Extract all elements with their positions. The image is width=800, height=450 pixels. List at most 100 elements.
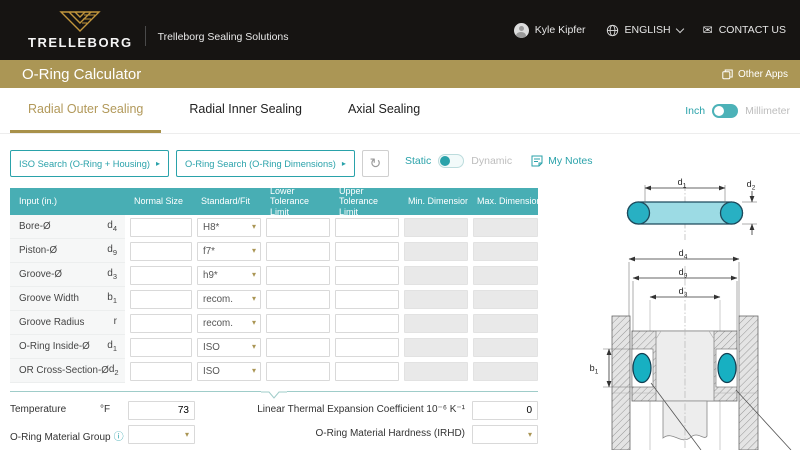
standard-fit-select[interactable]: recom.▾ [197, 290, 261, 309]
normal-size-input[interactable] [130, 362, 192, 381]
app-bar: O-Ring Calculator Other Apps [0, 60, 800, 88]
lower-tolerance-input[interactable] [266, 314, 330, 333]
unit-toggle[interactable] [712, 104, 738, 118]
trelleborg-logo[interactable]: TRELLEBORG [28, 11, 133, 50]
user-name: Kyle Kipfer [535, 24, 586, 36]
bore-wall-left [612, 316, 630, 450]
toggle-knob [440, 156, 450, 166]
temperature-label: Temperature [10, 404, 66, 415]
apps-icon [722, 69, 733, 80]
row-symbol: r [114, 316, 117, 329]
upper-tolerance-input[interactable] [335, 290, 399, 309]
chevron-down-icon: ▾ [252, 294, 256, 303]
max-dimension-cell [473, 362, 538, 381]
refresh-icon: ↻ [370, 155, 382, 172]
other-apps-label: Other Apps [738, 69, 788, 80]
min-dimension-cell [404, 290, 468, 309]
row-label: Groove Width [19, 293, 79, 304]
table-row-groove: Groove-Ø d3 h9*▾ [10, 263, 538, 287]
arrow-right-icon: ▸ [156, 159, 160, 168]
row-symbol: d2 [109, 364, 119, 377]
brand-name: TRELLEBORG [28, 35, 133, 50]
normal-size-input[interactable] [130, 338, 192, 357]
oring-cross-section-right [721, 202, 743, 224]
coefficient-input[interactable] [472, 401, 538, 420]
dim-label-b1: b1 [590, 363, 599, 376]
upper-tolerance-input[interactable] [335, 218, 399, 237]
standard-fit-select[interactable]: f7*▾ [197, 242, 261, 261]
tab-axial-sealing[interactable]: Axial Sealing [330, 88, 438, 133]
standard-fit-select[interactable]: h9*▾ [197, 266, 261, 285]
oring-calculator-app: TRELLEBORG Trelleborg Sealing Solutions … [0, 0, 800, 450]
row-symbol: d9 [107, 244, 117, 257]
oring-search-button[interactable]: O-Ring Search (O-Ring Dimensions) ▸ [176, 150, 355, 177]
lower-tolerance-input[interactable] [266, 362, 330, 381]
normal-size-input[interactable] [130, 266, 192, 285]
oring-in-groove-right [718, 354, 736, 383]
row-label: Groove Radius [19, 317, 84, 328]
brand-area: TRELLEBORG Trelleborg Sealing Solutions [0, 11, 289, 50]
collapse-divider[interactable] [10, 391, 538, 392]
tab-radial-outer-sealing[interactable]: Radial Outer Sealing [10, 88, 161, 133]
max-dimension-cell [473, 266, 538, 285]
normal-size-input[interactable] [130, 314, 192, 333]
upper-tolerance-input[interactable] [335, 266, 399, 285]
oring-diagram: d1 d2 d4 d9 d3 [555, 140, 800, 450]
max-dimension-cell [473, 290, 538, 309]
language-menu[interactable]: ENGLISH [606, 24, 683, 37]
row-label: OR Cross-Section-Ø [19, 365, 109, 376]
reset-button[interactable]: ↻ [362, 150, 389, 177]
row-symbol: d1 [107, 340, 117, 353]
col-header-upper-tolerance: Upper Tolerance Limit [335, 188, 399, 215]
iso-search-button[interactable]: ISO Search (O-Ring + Housing) ▸ [10, 150, 169, 177]
user-menu[interactable]: Kyle Kipfer [514, 23, 586, 38]
chevron-down-icon [261, 391, 287, 399]
normal-size-input[interactable] [130, 218, 192, 237]
chevron-down-icon: ▾ [252, 366, 256, 375]
row-label: O-Ring Inside-Ø [19, 341, 90, 352]
normal-size-input[interactable] [130, 242, 192, 261]
normal-size-input[interactable] [130, 290, 192, 309]
material-group-select[interactable]: ▾ [128, 425, 195, 444]
lower-tolerance-input[interactable] [266, 290, 330, 309]
upper-tolerance-input[interactable] [335, 362, 399, 381]
row-symbol: b1 [107, 292, 117, 305]
standard-fit-select[interactable]: recom.▾ [197, 314, 261, 333]
arrow-right-icon: ▸ [342, 159, 346, 168]
table-row-or-cross-section: OR Cross-Section-Ø d2 ISO ▾ [10, 359, 538, 383]
material-hardness-select[interactable]: ▾ [472, 425, 538, 444]
lower-tolerance-input[interactable] [266, 242, 330, 261]
standard-fit-select[interactable]: ISO▾ [197, 338, 261, 357]
static-dynamic-toggle[interactable] [438, 154, 464, 168]
tab-bar: Radial Outer Sealing Radial Inner Sealin… [0, 88, 800, 134]
temperature-input[interactable] [128, 401, 195, 420]
contact-us-link[interactable]: ✉ CONTACT US [703, 23, 786, 37]
tab-radial-inner-sealing[interactable]: Radial Inner Sealing [171, 88, 320, 133]
language-label: ENGLISH [625, 24, 671, 36]
lower-tolerance-input[interactable] [266, 338, 330, 357]
upper-tolerance-input[interactable] [335, 242, 399, 261]
standard-fit-select[interactable]: ISO ▾ [197, 362, 261, 381]
iso-search-label: ISO Search (O-Ring + Housing) [19, 159, 150, 169]
user-avatar-icon [514, 23, 529, 38]
dimensions-table: Input (in.) Normal Size Standard/Fit Low… [10, 188, 538, 383]
select-value: ISO [203, 366, 220, 377]
dim-label-d2: d2 [747, 179, 756, 192]
lower-tolerance-input[interactable] [266, 218, 330, 237]
standard-fit-select[interactable]: H8*▾ [197, 218, 261, 237]
lower-tolerance-input[interactable] [266, 266, 330, 285]
upper-tolerance-input[interactable] [335, 338, 399, 357]
temperature-unit: °F [100, 404, 110, 415]
row-label-cell: Bore-Ø d4 [10, 215, 125, 239]
col-header-min-dimension: Min. Dimension [404, 188, 468, 215]
other-apps-button[interactable]: Other Apps [722, 69, 788, 80]
info-icon[interactable]: ⓘ [114, 432, 124, 443]
toggle-knob [714, 106, 724, 116]
max-dimension-cell [473, 338, 538, 357]
min-dimension-cell [404, 266, 468, 285]
min-dimension-cell [404, 362, 468, 381]
row-label: Bore-Ø [19, 221, 51, 232]
division-name: Trelleborg Sealing Solutions [158, 31, 289, 43]
upper-tolerance-input[interactable] [335, 314, 399, 333]
row-label-cell: O-Ring Inside-Ø d1 [10, 335, 125, 359]
